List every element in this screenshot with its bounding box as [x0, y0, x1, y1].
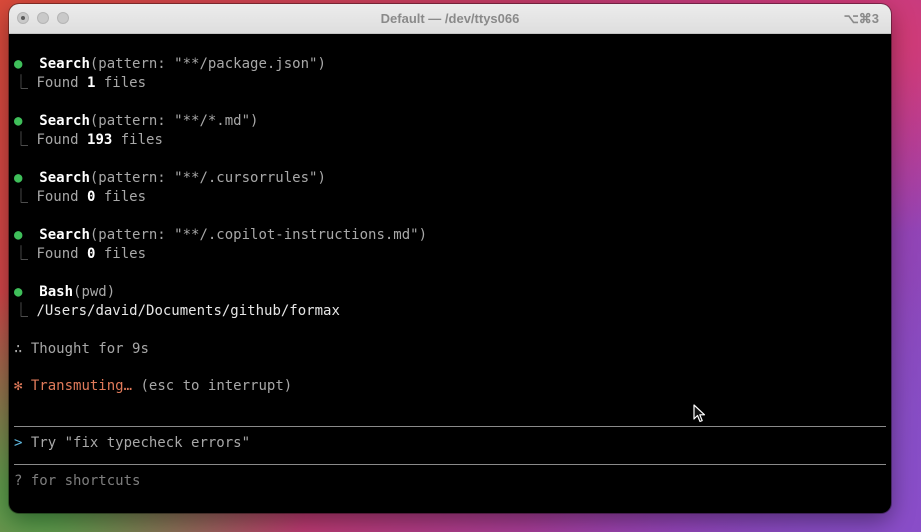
tool-args: (pattern: "**/package.json"): [89, 56, 326, 72]
success-dot-icon: ●: [14, 284, 23, 300]
result-prefix: Found: [36, 246, 88, 262]
branch-icon: ⎿: [14, 189, 28, 205]
success-dot-icon: ●: [14, 170, 23, 186]
tool-args: (pattern: "**/.cursorrules"): [89, 170, 326, 186]
tool-name: Search: [39, 170, 90, 186]
result-suffix: files: [112, 132, 163, 148]
input-top-divider: [14, 426, 886, 427]
tool-name: Bash: [39, 284, 74, 300]
tool-call-line: ● Search(pattern: "**/*.md"): [14, 112, 258, 131]
result-suffix: files: [95, 246, 147, 262]
title-bar[interactable]: Default — /dev/ttys066 ⌥⌘3: [9, 4, 891, 34]
shortcuts-hint: ? for shortcuts: [14, 472, 140, 491]
result-prefix: Found: [36, 189, 88, 205]
branch-icon: ⎿: [14, 303, 28, 319]
tool-result-line: ⎿ /Users/david/Documents/github/formax: [14, 302, 340, 321]
tool-name: Search: [39, 56, 90, 72]
tool-result-line: ⎿ Found 193 files: [14, 131, 163, 150]
result-suffix: files: [95, 189, 147, 205]
tool-args: (pattern: "**/*.md"): [89, 113, 259, 129]
tool-result-line: ⎿ Found 0 files: [14, 188, 146, 207]
tool-name: Search: [39, 113, 90, 129]
result-prefix: Found: [36, 75, 88, 91]
spinner-icon: ✻: [14, 378, 23, 394]
branch-icon: ⎿: [14, 75, 28, 91]
success-dot-icon: ●: [14, 113, 23, 129]
tool-name: Search: [39, 227, 90, 243]
therefore-icon: ∴: [14, 341, 23, 357]
prompt-input[interactable]: > Try "fix typecheck errors": [14, 434, 250, 453]
result-prefix: Found: [36, 132, 88, 148]
success-dot-icon: ●: [14, 56, 23, 72]
branch-icon: ⎿: [14, 246, 28, 262]
result-count: 193: [87, 132, 113, 148]
tool-args: (pwd): [73, 284, 116, 300]
mouse-pointer-icon: [693, 404, 706, 423]
tool-args: (pattern: "**/.copilot-instructions.md"): [89, 227, 428, 243]
branch-icon: ⎿: [14, 132, 28, 148]
tool-call-line: ● Search(pattern: "**/.cursorrules"): [14, 169, 326, 188]
tool-result-line: ⎿ Found 1 files: [14, 74, 146, 93]
window-title: Default — /dev/ttys066: [380, 11, 520, 26]
tool-call-line: ● Bash(pwd): [14, 283, 115, 302]
shortcuts-hint-text: ? for shortcuts: [14, 473, 141, 489]
prompt-chevron-icon: >: [14, 435, 23, 451]
prompt-placeholder: Try "fix typecheck errors": [30, 435, 251, 451]
thought-line: ∴ Thought for 9s: [14, 340, 149, 359]
window-shortcut: ⌥⌘3: [843, 11, 879, 26]
success-dot-icon: ●: [14, 227, 23, 243]
tool-call-line: ● Search(pattern: "**/package.json"): [14, 55, 326, 74]
terminal-window[interactable]: Default — /dev/ttys066 ⌥⌘3 ● Search(patt…: [9, 4, 891, 513]
result-path: /Users/david/Documents/github/formax: [36, 303, 340, 319]
result-suffix: files: [95, 75, 147, 91]
status-line: ✻ Transmuting… (esc to interrupt): [14, 377, 292, 396]
status-working: Transmuting…: [30, 378, 133, 394]
input-bottom-divider: [14, 464, 886, 465]
tool-result-line: ⎿ Found 0 files: [14, 245, 146, 264]
tool-call-line: ● Search(pattern: "**/.copilot-instructi…: [14, 226, 427, 245]
status-hint: (esc to interrupt): [132, 378, 293, 394]
thought-text: Thought for 9s: [30, 341, 149, 357]
